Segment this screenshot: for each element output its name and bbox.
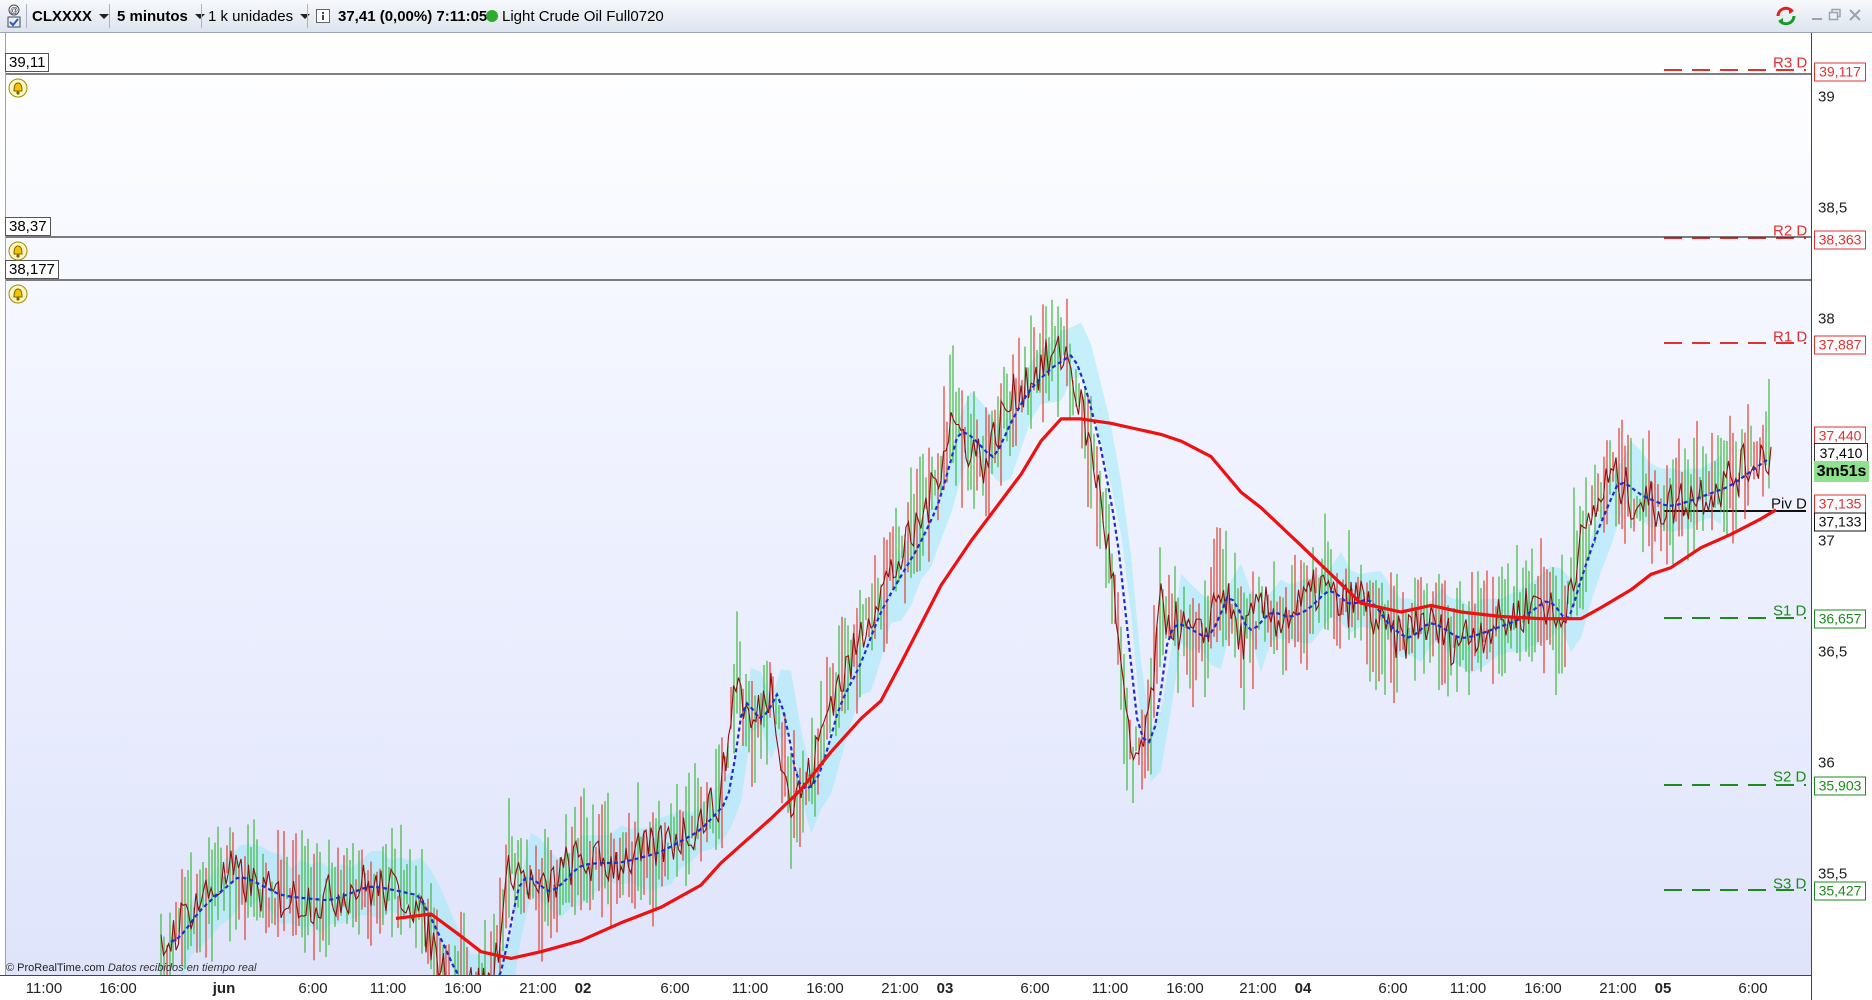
time-tick-label: 21:00 xyxy=(881,980,919,997)
alert-level-label[interactable]: 38,37 xyxy=(5,217,51,236)
toolbar-separator xyxy=(26,4,27,28)
time-tick-label: 21:00 xyxy=(1239,980,1277,997)
pivot-s2-value: 35,903 xyxy=(1814,776,1866,796)
time-tick-label: 02 xyxy=(574,980,592,997)
minimize-icon[interactable] xyxy=(1810,8,1824,22)
restore-icon[interactable] xyxy=(1828,8,1842,22)
svg-text:@: @ xyxy=(10,6,18,15)
price-tick-label: 36,5 xyxy=(1818,643,1848,661)
pivot-r3-label: R3 D xyxy=(1773,54,1808,72)
toolbar-separator xyxy=(109,4,110,28)
sync-icon[interactable] xyxy=(1774,0,1798,32)
time-tick-label: 21:00 xyxy=(1599,980,1637,997)
units-selector[interactable]: 1 k unidades xyxy=(208,0,311,32)
time-tick-label: 16:00 xyxy=(1166,980,1204,997)
pivot-piv-value: 37,133 xyxy=(1814,512,1866,532)
current-price-box: 37,410 xyxy=(1814,443,1868,463)
toolbar-separator xyxy=(201,4,202,28)
pivot-s2-label: S2 D xyxy=(1773,768,1807,786)
timeframe-label: 5 minutos xyxy=(117,7,188,25)
pivot-value-box: 37,135 xyxy=(1814,494,1866,514)
pivot-s1-label: S1 D xyxy=(1773,602,1807,620)
pivot-r2-label: R2 D xyxy=(1773,222,1808,240)
copyright-text: © ProRealTime.com xyxy=(6,962,105,974)
time-tick-label: 16:00 xyxy=(806,980,844,997)
time-tick-label: 6:00 xyxy=(1738,980,1768,997)
price-tick-label: 38,5 xyxy=(1818,199,1848,217)
pivot-s3-label: S3 D xyxy=(1773,875,1807,893)
footer-credit: © ProRealTime.com Datos recibidos en tie… xyxy=(6,962,256,974)
close-icon[interactable] xyxy=(1848,8,1862,22)
quote-readout: 37,41 (0,00%) 7:11:05 xyxy=(338,7,488,25)
app-menu-icon[interactable]: @ xyxy=(6,0,22,32)
time-tick-label: 6:00 xyxy=(660,980,690,997)
time-tick-label: 16:00 xyxy=(444,980,482,997)
time-tick-label: 6:00 xyxy=(1378,980,1408,997)
toolbar: @ CLXXXX 5 minutos 1 k unidades 37,41 (0… xyxy=(0,0,1872,33)
bell-icon[interactable] xyxy=(8,78,28,98)
toolbar-separator xyxy=(307,4,308,28)
instrument-name: Light Crude Oil Full0720 xyxy=(502,7,664,25)
status-dot-icon xyxy=(486,0,498,32)
units-label: 1 k unidades xyxy=(208,7,294,25)
chart-canvas xyxy=(6,69,1812,975)
price-tick-label: 36 xyxy=(1818,754,1835,772)
realtime-note: Datos recibidos en tiempo real xyxy=(107,962,257,974)
time-tick-label: 6:00 xyxy=(1020,980,1050,997)
time-tick-label: 11:00 xyxy=(1449,980,1487,997)
alert-level-label[interactable]: 39,11 xyxy=(5,53,50,72)
time-tick-label: 21:00 xyxy=(519,980,557,997)
time-tick-label: 11:00 xyxy=(731,980,769,997)
pivot-r1-value: 37,887 xyxy=(1814,335,1866,355)
pivot-r2-value: 38,363 xyxy=(1814,230,1866,250)
price-tick-label: 35,5 xyxy=(1818,865,1848,883)
bell-icon[interactable] xyxy=(8,284,28,304)
symbol-selector[interactable]: CLXXXX xyxy=(32,0,110,32)
info-icon[interactable] xyxy=(316,0,330,32)
pivot-piv-label: Piv D xyxy=(1771,495,1807,513)
chevron-down-icon xyxy=(300,13,311,19)
time-tick-label: 03 xyxy=(936,980,954,997)
bar-timer: 3m51s xyxy=(1814,461,1869,482)
time-tick-label: 11:00 xyxy=(369,980,407,997)
time-tick-label: jun xyxy=(212,980,236,997)
price-tick-label: 38 xyxy=(1818,310,1835,328)
bell-icon[interactable] xyxy=(8,241,28,261)
alert-level-label[interactable]: 38,177 xyxy=(5,260,59,279)
time-tick-label: 6:00 xyxy=(298,980,328,997)
price-tick-label: 37 xyxy=(1818,532,1835,550)
timeframe-selector[interactable]: 5 minutos xyxy=(117,0,205,32)
chevron-down-icon xyxy=(194,13,205,19)
price-tick-label: 39 xyxy=(1818,88,1835,106)
pivot-s3-value: 35,427 xyxy=(1814,881,1866,901)
time-tick-label: 16:00 xyxy=(1524,980,1562,997)
time-tick-label: 04 xyxy=(1294,980,1312,997)
time-tick-label: 11:00 xyxy=(1091,980,1129,997)
time-tick-label: 16:00 xyxy=(99,980,137,997)
pivot-r1-label: R1 D xyxy=(1773,328,1808,346)
price-chart[interactable] xyxy=(5,33,1812,975)
symbol-label: CLXXXX xyxy=(32,7,93,25)
pivot-s1-value: 36,657 xyxy=(1814,609,1866,629)
pivot-r3-value: 39,117 xyxy=(1814,62,1866,82)
alert-lines xyxy=(6,73,1812,281)
chevron-down-icon xyxy=(99,13,110,19)
time-tick-label: 11:00 xyxy=(25,980,63,997)
time-tick-label: 05 xyxy=(1654,980,1672,997)
